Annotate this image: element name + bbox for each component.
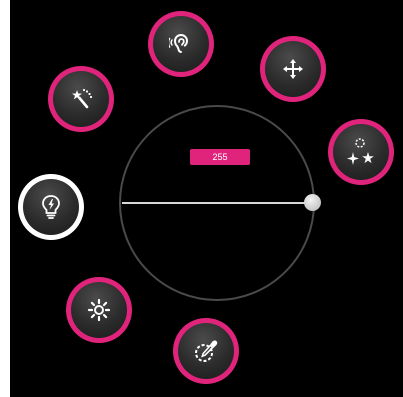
value-badge: 255 [190,149,250,165]
ear-icon [169,33,189,53]
brightness-button[interactable] [66,277,132,343]
light-button[interactable] [18,174,84,240]
effects-button[interactable] [328,119,394,185]
radial-control-panel: 255 [10,0,403,397]
move-arrows-icon [283,59,303,79]
slider-thumb[interactable] [303,194,321,211]
sun-icon [87,298,111,322]
sparkle-stars-icon [347,138,374,165]
eyedropper-icon [195,340,218,362]
ear-button[interactable] [148,11,214,77]
value-label: 255 [212,152,228,162]
move-button[interactable] [260,36,326,102]
color-pick-button[interactable] [173,318,239,384]
magic-wand-button[interactable] [48,66,114,132]
lightbulb-icon [42,195,60,219]
slider-track[interactable] [122,202,312,204]
magic-wand-icon [72,88,93,109]
